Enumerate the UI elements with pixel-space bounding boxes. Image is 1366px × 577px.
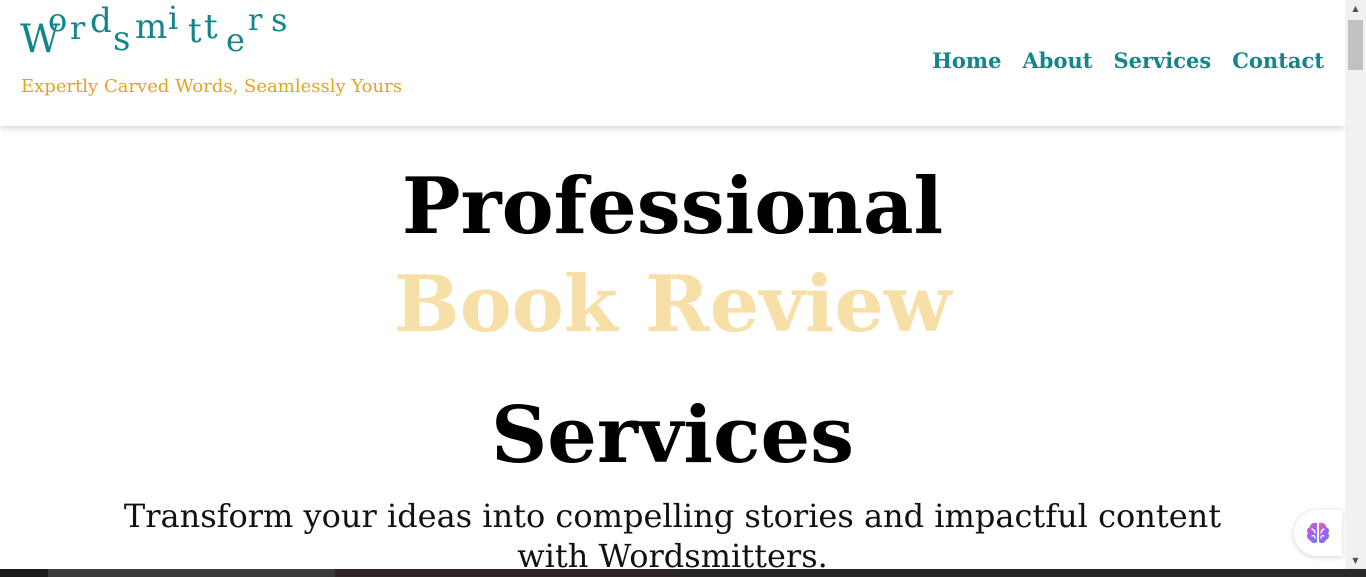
hero-title-highlight: Book Review [393,259,952,350]
main-nav: Home About Services Contact [932,48,1324,73]
nav-contact-link[interactable]: Contact [1232,48,1324,73]
hero-title-line-3: Services [490,390,855,481]
taskbar-search-area[interactable] [48,569,335,577]
logo-letter: s [113,19,131,59]
site-tagline: Expertly Carved Words, Seamlessly Yours [21,76,402,97]
os-taskbar [0,569,1366,577]
brain-icon [1304,519,1332,547]
logo-letter: r [70,9,86,47]
nav-home-link[interactable]: Home [932,48,1001,73]
nav-services-link[interactable]: Services [1113,48,1211,73]
logo-letter: i [168,0,179,37]
taskbar-app-area[interactable] [335,569,680,577]
taskbar-start-area[interactable] [0,569,48,577]
logo-letter: t [188,11,202,51]
logo-letter: m [135,7,168,47]
scrollbar-thumb[interactable] [1348,20,1363,70]
scroll-up-arrow-icon[interactable]: ▲ [1345,0,1366,17]
logo-letter: r [248,3,263,38]
browser-viewport: Wordsmitters Expertly Carved Words, Seam… [0,0,1366,577]
taskbar-tray-area [680,569,1240,577]
nav-about-link[interactable]: About [1023,48,1093,73]
scroll-down-arrow-icon[interactable]: ▼ [1345,552,1366,569]
site-logo[interactable]: Wordsmitters [20,2,320,66]
logo-letter: d [90,1,112,41]
logo-letter: s [271,1,288,39]
page-scrollbar[interactable]: ▲ ▼ [1345,0,1366,569]
hero-title-line-1: Professional [401,161,944,252]
assistant-widget-button[interactable] [1294,510,1342,556]
site-header: Wordsmitters Expertly Carved Words, Seam… [0,0,1345,126]
logo-letter: e [226,21,245,59]
logo-letter: o [48,1,68,39]
logo-letter: t [204,7,218,47]
hero-subtitle: Transform your ideas into compelling sto… [123,497,1222,575]
